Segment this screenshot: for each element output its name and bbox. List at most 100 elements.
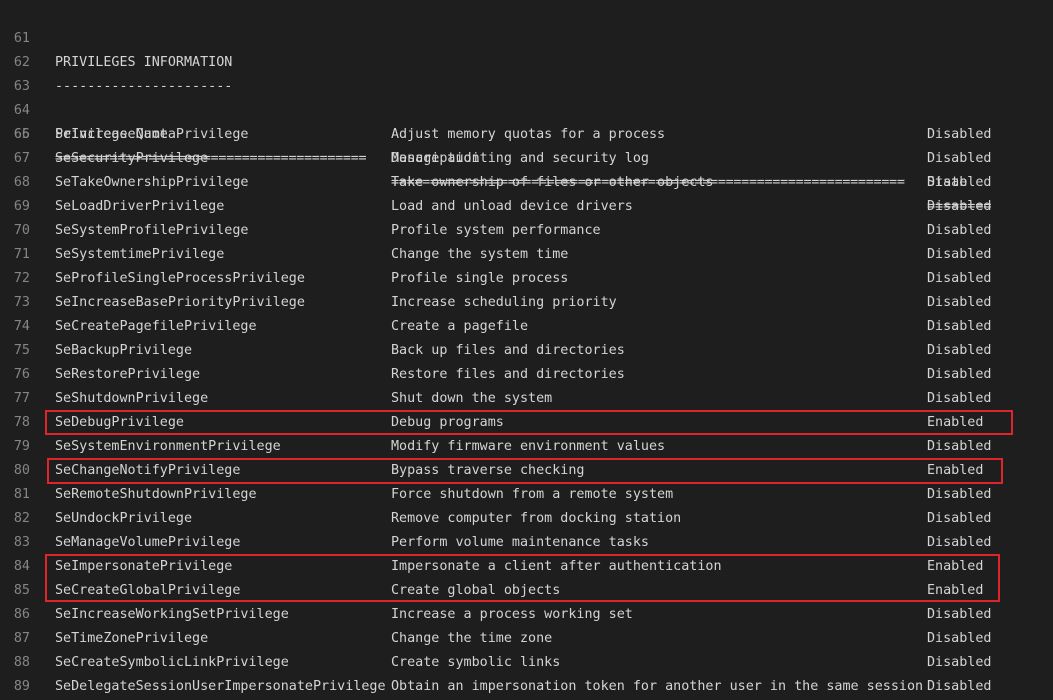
line-number: 76 [13,367,30,382]
line-number: 87 [13,631,30,646]
line-number: 85 [13,583,30,598]
privilege-row: 75 SeBackupPrivilege Back up files and dir… [0,339,1053,363]
privilege-name: SeSecurityPrivilege [55,151,209,166]
code-line-title: 61 PRIVILEGES INFORMATION [0,3,1053,70]
privilege-row: 83 SeManageVolumePrivilege Perform volume … [0,531,1053,555]
privilege-description: Back up files and directories [391,343,625,358]
privilege-state: Disabled [927,391,992,406]
line-number: 72 [13,271,30,286]
privilege-name: SeCreateGlobalPrivilege [55,583,241,598]
privilege-description: Create a pagefile [391,319,529,334]
line-number: 80 [13,463,30,478]
privilege-name: SeCreatePagefilePrivilege [55,319,257,334]
privilege-description: Impersonate a client after authenticatio… [391,559,722,574]
privilege-row: 66 SeIncreaseQuotaPrivilege Adjust memory … [0,123,1053,147]
code-editor[interactable]: 61 PRIVILEGES INFORMATION 62 -----------… [0,0,1053,700]
privilege-name: SeTakeOwnershipPrivilege [55,175,249,190]
privilege-name: SeCreateSymbolicLinkPrivilege [55,655,289,670]
privilege-state: Disabled [927,439,992,454]
privilege-name: SeProfileSingleProcessPrivilege [55,271,305,286]
privilege-row: 70 SeSystemProfilePrivilege Profile system… [0,219,1053,243]
privilege-name: SeBackupPrivilege [55,343,193,358]
privilege-row: 74 SeCreatePagefilePrivilege Create a page… [0,315,1053,339]
line-number: 74 [13,319,30,334]
privilege-state: Disabled [927,271,992,286]
line-number: 79 [13,439,30,454]
privilege-row: 69 SeLoadDriverPrivilege Load and unload d… [0,195,1053,219]
privilege-name: SeRemoteShutdownPrivilege [55,487,257,502]
privilege-name: SeSystemtimePrivilege [55,247,225,262]
privilege-state: Disabled [927,367,992,382]
privilege-state: Disabled [927,319,992,334]
privilege-description: Increase scheduling priority [391,295,617,310]
privilege-row: 67 SeSecurityPrivilege Manage auditing and… [0,147,1053,171]
privilege-row: 89 SeDelegateSessionUserImpersonatePrivil… [0,675,1053,699]
privilege-name: SeManageVolumePrivilege [55,535,241,550]
line-number: 82 [13,511,30,526]
privilege-description: Modify firmware environment values [391,439,666,454]
line-number: 73 [13,295,30,310]
privilege-row: 71 SeSystemtimePrivilege Change the system… [0,243,1053,267]
code-line-blank: 63 [0,51,1053,94]
privilege-state: Enabled [927,463,984,478]
privilege-state: Disabled [927,151,992,166]
privilege-description: Increase a process working set [391,607,633,622]
privilege-row: 73 SeIncreaseBasePriorityPrivilege Increas… [0,291,1053,315]
privilege-description: Create symbolic links [391,655,561,670]
privilege-row: 84 SeImpersonatePrivilege Impersonate a cl… [0,555,1053,579]
privilege-row: 82 SeUndockPrivilege Remove computer from … [0,507,1053,531]
privilege-name: SeUndockPrivilege [55,511,193,526]
privilege-name: SeIncreaseBasePriorityPrivilege [55,295,305,310]
code-line-underline: 62 ---------------------- [0,27,1053,94]
privilege-state: Enabled [927,415,984,430]
privilege-state: Disabled [927,199,992,214]
line-number: 75 [13,343,30,358]
privilege-name: SeChangeNotifyPrivilege [55,463,241,478]
privilege-description: Debug programs [391,415,504,430]
line-number: 78 [13,415,30,430]
privilege-state: Disabled [927,511,992,526]
privilege-row: 81 SeRemoteShutdownPrivilege Force shutdow… [0,483,1053,507]
privilege-description: Load and unload device drivers [391,199,633,214]
line-number: 89 [13,679,30,694]
privilege-state: Disabled [927,127,992,142]
privilege-name: SeImpersonatePrivilege [55,559,233,574]
privilege-row: 72 SeProfileSingleProcessPrivilege Profile… [0,267,1053,291]
privilege-row: 85 SeCreateGlobalPrivilege Create global o… [0,579,1053,603]
privilege-row: 78 SeDebugPrivilege Debug programs Enabled [0,411,1053,435]
privilege-description: Perform volume maintenance tasks [391,535,649,550]
line-number: 77 [13,391,30,406]
privilege-description: Profile single process [391,271,569,286]
privilege-description: Force shutdown from a remote system [391,487,674,502]
privilege-state: Disabled [927,535,992,550]
privilege-state: Enabled [927,583,984,598]
privilege-description: Profile system performance [391,223,601,238]
privilege-name: SeIncreaseWorkingSetPrivilege [55,607,289,622]
code-line-separator: 65 =====================================… [0,99,1053,214]
line-number: 88 [13,655,30,670]
privilege-row: 76 SeRestorePrivilege Restore files and di… [0,363,1053,387]
privilege-name: SeSystemProfilePrivilege [55,223,249,238]
privilege-state: Disabled [927,247,992,262]
line-number: 83 [13,535,30,550]
privilege-description: Remove computer from docking station [391,511,682,526]
line-number: 67 [13,151,30,166]
privilege-description: Bypass traverse checking [391,463,585,478]
privilege-state: Enabled [927,559,984,574]
privilege-row: 79 SeSystemEnvironmentPrivilege Modify fir… [0,435,1053,459]
privilege-row: 80 SeChangeNotifyPrivilege Bypass traverse… [0,459,1053,483]
privilege-state: Disabled [927,175,992,190]
privilege-row: 88 SeCreateSymbolicLinkPrivilege Create sy… [0,651,1053,675]
privilege-state: Disabled [927,295,992,310]
privilege-state: Disabled [927,487,992,502]
privilege-row: 68 SeTakeOwnershipPrivilege Take ownership… [0,171,1053,195]
line-number: 86 [13,607,30,622]
line-number: 81 [13,487,30,502]
privilege-row: 77 SeShutdownPrivilege Shut down the syste… [0,387,1053,411]
privilege-state: Disabled [927,223,992,238]
privilege-name: SeSystemEnvironmentPrivilege [55,439,281,454]
privilege-name: SeIncreaseQuotaPrivilege [55,127,249,142]
line-number: 69 [13,199,30,214]
code-line-column-headers: 64 Privilege Name Description State [0,75,1053,190]
line-number: 68 [13,175,30,190]
